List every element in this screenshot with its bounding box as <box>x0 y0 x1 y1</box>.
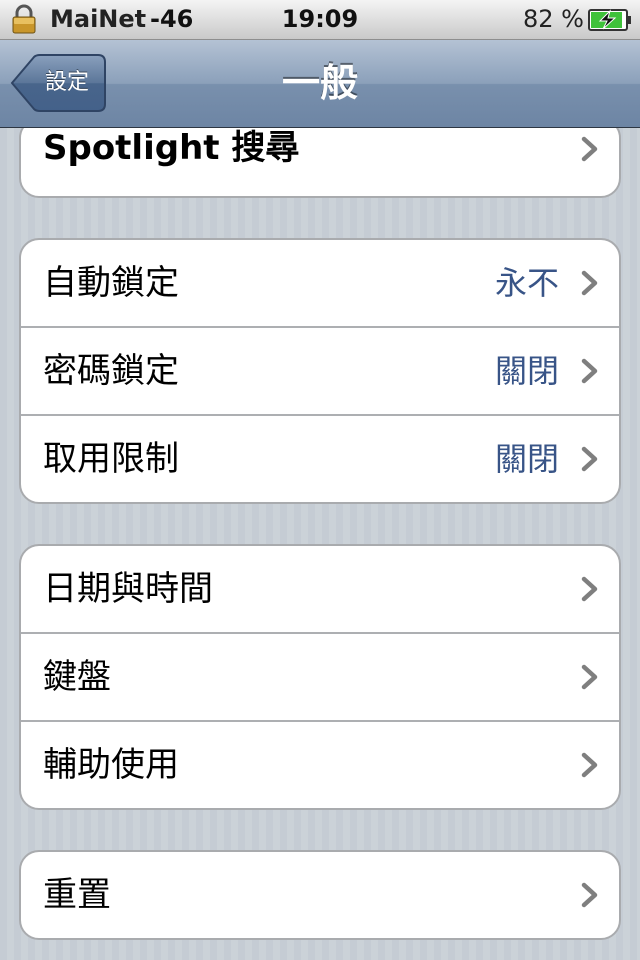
chevron-right-icon <box>581 358 598 384</box>
chevron-right-icon <box>581 882 598 908</box>
settings-row-passcode-lock[interactable]: 密碼鎖定 關閉 <box>21 326 619 414</box>
settings-group-spotlight: Spotlight 搜尋 <box>19 128 621 198</box>
settings-row-restrictions[interactable]: 取用限制 關閉 <box>21 414 619 502</box>
chevron-right-icon <box>581 446 598 472</box>
settings-list: Spotlight 搜尋 自動鎖定 永不 密碼鎖定 關閉 取用限制 關閉 日期與… <box>0 128 640 960</box>
row-label: 日期與時間 <box>43 569 213 609</box>
settings-row-keyboard[interactable]: 鍵盤 <box>21 632 619 720</box>
status-bar: MaiNet -46 19:09 82 % <box>0 0 640 40</box>
settings-row-date-time[interactable]: 日期與時間 <box>21 546 619 632</box>
settings-row-auto-lock[interactable]: 自動鎖定 永不 <box>21 240 619 326</box>
battery-percent: 82 % <box>523 5 584 33</box>
settings-group-lock: 自動鎖定 永不 密碼鎖定 關閉 取用限制 關閉 <box>19 238 621 504</box>
row-label: Spotlight 搜尋 <box>43 128 300 168</box>
navigation-bar: 設定 一般 <box>0 40 640 128</box>
battery-charging-icon <box>588 9 631 31</box>
chevron-right-icon <box>581 270 598 296</box>
chevron-right-icon <box>581 136 598 162</box>
settings-row-accessibility[interactable]: 輔助使用 <box>21 720 619 808</box>
page-title: 一般 <box>281 61 358 105</box>
chevron-right-icon <box>581 576 598 602</box>
chevron-right-icon <box>581 752 598 778</box>
chevron-right-icon <box>581 664 598 690</box>
row-value: 關閉 <box>494 352 559 390</box>
row-label: 密碼鎖定 <box>43 351 179 391</box>
settings-row-spotlight[interactable]: Spotlight 搜尋 <box>21 128 619 196</box>
settings-group-system: 日期與時間 鍵盤 輔助使用 <box>19 544 621 810</box>
row-label: 取用限制 <box>43 439 179 479</box>
row-label: 鍵盤 <box>43 657 111 697</box>
back-button-label: 設定 <box>44 70 89 95</box>
row-label: 輔助使用 <box>43 745 179 785</box>
row-label: 重置 <box>43 875 111 915</box>
settings-row-reset[interactable]: 重置 <box>21 852 619 938</box>
settings-group-reset: 重置 <box>19 850 621 940</box>
row-value: 關閉 <box>494 440 559 478</box>
row-label: 自動鎖定 <box>43 263 179 303</box>
back-button[interactable]: 設定 <box>10 54 106 112</box>
row-value: 永不 <box>494 264 559 302</box>
